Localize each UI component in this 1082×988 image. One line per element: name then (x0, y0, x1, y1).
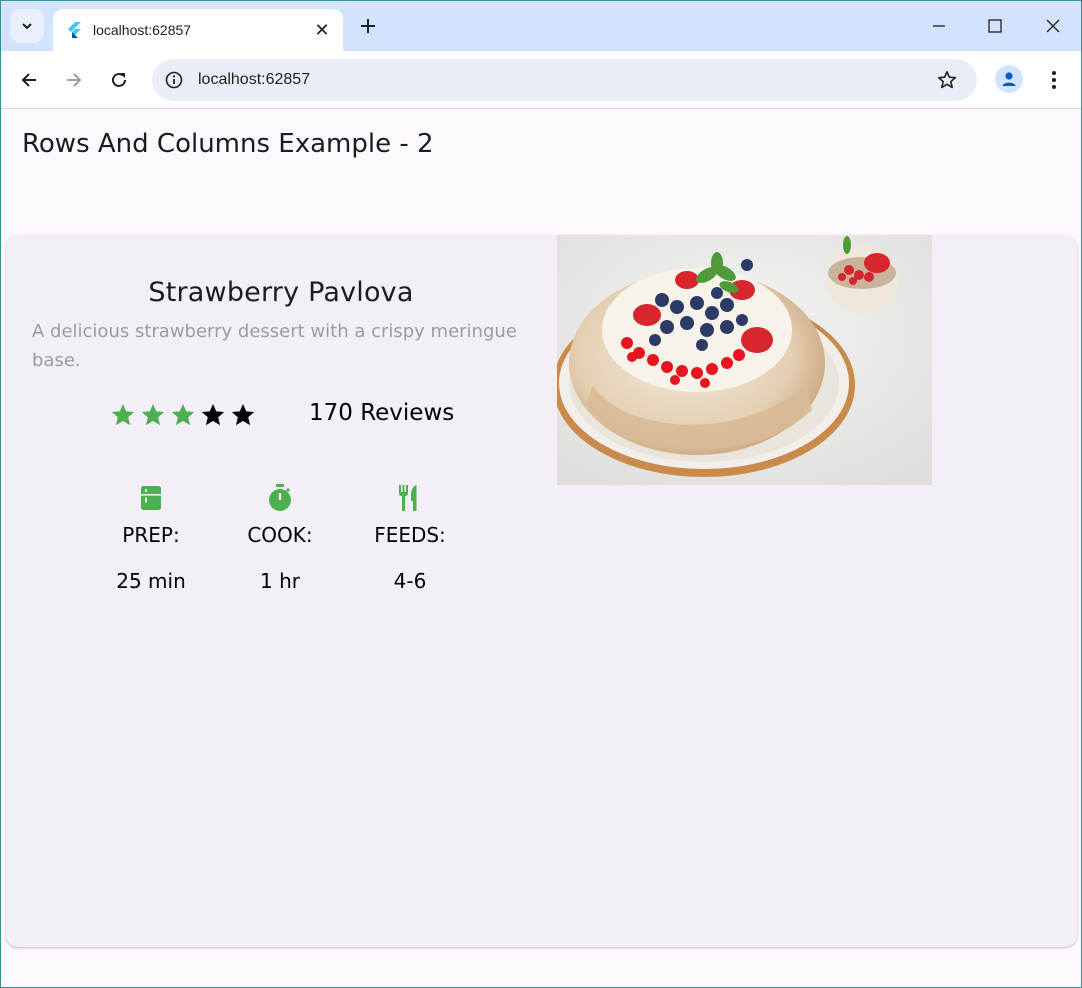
tab-title: localhost:62857 (93, 22, 192, 38)
stat-label: PREP: (122, 523, 180, 547)
tab-search-button[interactable] (10, 9, 44, 43)
stat-label: FEEDS: (374, 523, 446, 547)
stat-cook: COOK: 1 hr (225, 483, 335, 593)
maximize-button[interactable] (980, 11, 1010, 41)
stat-value: 1 hr (260, 569, 300, 593)
recipe-description: A delicious strawberry dessert with a cr… (32, 321, 517, 371)
kitchen-icon (96, 483, 206, 513)
new-tab-button[interactable] (355, 13, 381, 39)
browser-window: localhost:62857 ✕ localhost:62857 Rows A… (0, 0, 1082, 988)
close-tab-icon[interactable]: ✕ (311, 19, 333, 41)
url-text: localhost:62857 (198, 71, 311, 88)
arrow-right-icon (67, 73, 82, 87)
star-filled-icon (108, 401, 138, 429)
timer-icon (225, 483, 335, 513)
star-icon (228, 401, 258, 429)
star-filled-icon (138, 401, 168, 429)
stat-value: 4-6 (393, 569, 427, 593)
maximize-icon (988, 19, 1002, 33)
tab-strip: localhost:62857 ✕ (1, 1, 1081, 51)
stat-value: 25 min (116, 569, 186, 593)
reviews-count: 170 Reviews (309, 400, 455, 426)
close-icon (1046, 19, 1060, 33)
site-info-icon[interactable] (164, 70, 184, 90)
minimize-icon (933, 25, 945, 27)
stat-prep: PREP: 25 min (96, 483, 206, 593)
browser-toolbar: localhost:62857 (1, 51, 1081, 109)
minimize-button[interactable] (924, 11, 954, 41)
profile-avatar[interactable] (995, 65, 1023, 93)
recipe-title: Strawberry Pavlova (148, 277, 414, 308)
pavlova-photo (557, 235, 932, 485)
plus-icon (361, 19, 375, 33)
stat-feeds: FEEDS: 4-6 (355, 483, 465, 593)
chevron-down-icon (22, 23, 32, 30)
recipe-card: Strawberry Pavlova A delicious strawberr… (6, 235, 1077, 947)
close-window-button[interactable] (1038, 11, 1068, 41)
more-vert-icon (1052, 71, 1056, 89)
address-bar[interactable]: localhost:62857 (152, 59, 977, 101)
rating-stars (108, 401, 258, 429)
person-icon (1002, 72, 1016, 86)
page-title: Rows And Columns Example - 2 (22, 129, 434, 159)
browser-menu-button[interactable] (1043, 65, 1065, 95)
reload-button[interactable] (103, 64, 135, 96)
back-button[interactable] (13, 64, 45, 96)
reload-icon (112, 72, 126, 87)
browser-tab[interactable]: localhost:62857 ✕ (53, 9, 343, 51)
star-icon (198, 401, 228, 429)
forward-button[interactable] (58, 64, 90, 96)
star-filled-icon (168, 401, 198, 429)
bookmark-star-icon[interactable] (935, 68, 959, 92)
stat-label: COOK: (247, 523, 313, 547)
flutter-logo-icon (65, 21, 83, 39)
arrow-left-icon (21, 73, 36, 87)
restaurant-icon (355, 483, 465, 513)
